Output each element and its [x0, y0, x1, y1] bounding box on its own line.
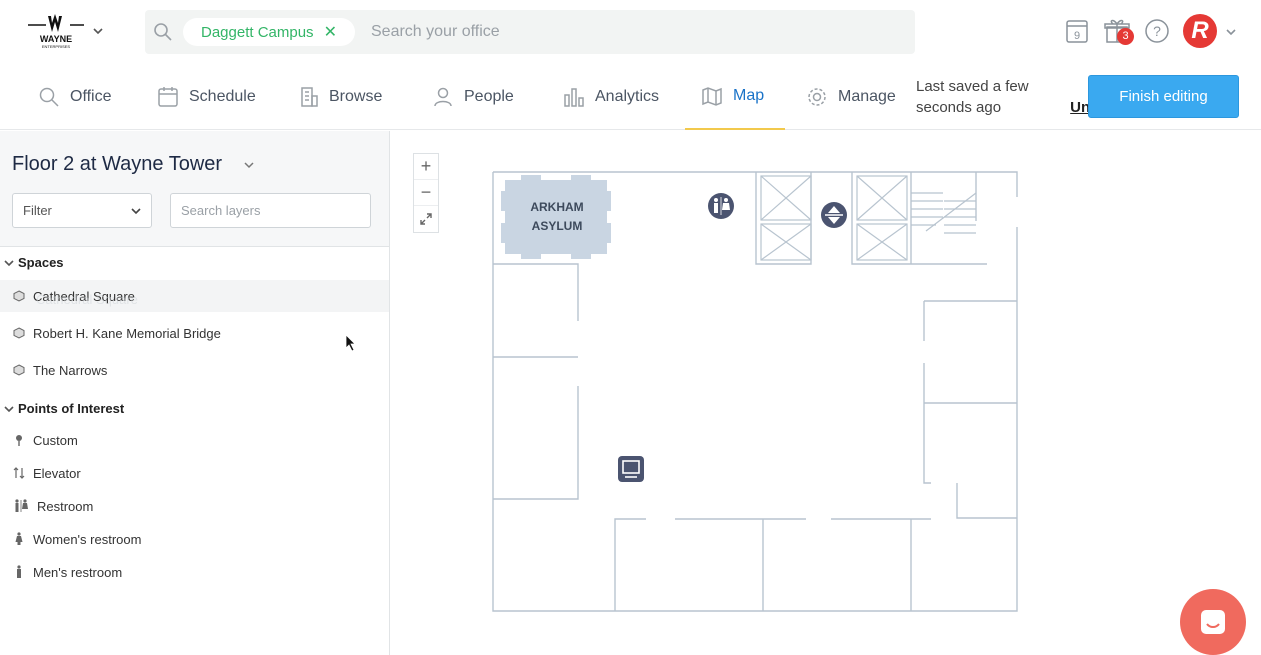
space-label: The Narrows	[33, 362, 108, 378]
chevron-down-icon	[4, 259, 14, 266]
notification-badge: 3	[1117, 28, 1134, 45]
nav-people[interactable]: People	[432, 64, 514, 129]
restroom-icon[interactable]	[708, 193, 734, 219]
list-item[interactable]: Women's restroom	[0, 523, 389, 555]
room-label: ASYLUM	[532, 219, 583, 233]
list-item[interactable]: The Narrows	[0, 354, 389, 386]
person-icon	[434, 87, 452, 106]
filter-label: Filter	[23, 203, 52, 218]
nav-schedule[interactable]: Schedule	[157, 64, 256, 129]
nav-manage[interactable]: Manage	[806, 64, 896, 129]
display-icon[interactable]	[618, 456, 644, 482]
nav-map[interactable]: Map	[685, 64, 785, 130]
cube-icon	[13, 364, 25, 376]
womens-restroom-icon	[15, 532, 23, 545]
layers-sidebar: Floor 2 at Wayne Tower Filter Spaces Cat…	[0, 131, 390, 655]
list-item[interactable]: Men's restroom	[0, 556, 389, 588]
mouse-cursor-icon	[345, 334, 356, 352]
group-spaces[interactable]: Spaces	[0, 255, 389, 270]
group-label: Spaces	[18, 255, 64, 270]
nav-browse[interactable]: Browse	[297, 64, 382, 129]
bar-chart-icon	[564, 87, 584, 107]
help-icon[interactable]: ?	[1144, 18, 1170, 44]
poi-label: Men's restroom	[33, 564, 123, 580]
gear-icon	[808, 87, 826, 106]
elevator-icon	[13, 467, 25, 479]
calendar-icon	[158, 86, 178, 107]
finish-editing-button[interactable]: Finish editing	[1088, 75, 1239, 118]
nav-label: People	[464, 87, 514, 105]
map-icon	[702, 87, 722, 106]
list-item[interactable]: Custom	[0, 424, 389, 456]
sidebar-header: Floor 2 at Wayne Tower Filter	[0, 131, 389, 247]
room-label: ARKHAM	[530, 200, 583, 214]
avatar[interactable]: R	[1183, 14, 1217, 48]
restroom-icon	[15, 499, 28, 512]
chevron-down-icon[interactable]	[1225, 27, 1237, 37]
floor-map[interactable]: + − ARKHAM ASYLUM	[391, 131, 1261, 655]
search-input[interactable]	[371, 18, 891, 46]
building-icon	[301, 86, 318, 107]
save-status-text: Last saved a few seconds ago	[916, 78, 1029, 116]
calendar-day: 9	[1074, 30, 1080, 42]
office-search-bar: Daggett Campus ✕	[145, 10, 915, 54]
poi-label: Custom	[33, 432, 78, 448]
floor-plan[interactable]: ARKHAM ASYLUM	[391, 131, 1261, 655]
close-icon[interactable]: ✕	[324, 22, 337, 42]
group-label: Points of Interest	[18, 401, 125, 416]
cube-icon	[13, 327, 25, 339]
nav-label: Map	[733, 87, 765, 104]
poi-label: Restroom	[37, 498, 94, 514]
chevron-down-icon[interactable]	[92, 25, 104, 37]
top-bar: WAYNE ENTERPRISES Daggett Campus ✕ 9 3 ?…	[0, 0, 1261, 64]
search-icon	[154, 23, 172, 41]
space-label: Robert H. Kane Memorial Bridge	[33, 325, 221, 341]
brand-sub: ENTERPRISES	[42, 44, 71, 49]
main-nav: Office Schedule Browse People Analytics …	[0, 64, 1261, 130]
room-arkham-asylum[interactable]	[501, 175, 611, 259]
cube-icon	[13, 290, 25, 302]
list-item[interactable]: Robert H. Kane Memorial Bridge	[0, 317, 389, 349]
drag-ghost-label: Cathedral Square	[36, 292, 138, 307]
campus-chip-label: Daggett Campus	[201, 23, 314, 41]
list-item[interactable]: Cathedral Square Cathedral Square	[0, 280, 389, 312]
save-status: Last saved a few seconds ago Undo	[916, 76, 1109, 118]
chevron-down-icon[interactable]	[244, 161, 254, 169]
calendar-icon[interactable]: 9	[1065, 18, 1089, 44]
poi-label: Elevator	[33, 465, 81, 481]
svg-text:?: ?	[1153, 23, 1161, 39]
list-item[interactable]: Elevator	[0, 457, 389, 489]
elevator-icon[interactable]	[821, 202, 847, 228]
chevron-down-icon	[131, 207, 141, 214]
nav-analytics[interactable]: Analytics	[563, 64, 659, 129]
brand-name: WAYNE	[40, 34, 72, 44]
mens-restroom-icon	[17, 565, 21, 578]
filter-select[interactable]: Filter	[12, 193, 152, 228]
nav-label: Browse	[329, 87, 383, 105]
nav-label: Office	[70, 87, 112, 105]
floor-title[interactable]: Floor 2 at Wayne Tower	[12, 153, 222, 176]
nav-office[interactable]: Office	[38, 64, 112, 129]
campus-chip[interactable]: Daggett Campus ✕	[183, 18, 355, 46]
nav-label: Schedule	[189, 87, 256, 105]
chevron-down-icon	[4, 405, 14, 412]
layer-search-input[interactable]	[170, 193, 371, 228]
group-points-of-interest[interactable]: Points of Interest	[0, 401, 389, 416]
chat-icon	[1201, 610, 1225, 634]
nav-label: Manage	[838, 87, 896, 105]
poi-label: Women's restroom	[33, 531, 142, 547]
pin-icon	[16, 435, 22, 446]
chat-launcher-button[interactable]	[1180, 589, 1246, 655]
search-icon	[39, 87, 59, 107]
nav-label: Analytics	[595, 87, 660, 105]
list-item[interactable]: Restroom	[0, 490, 389, 522]
